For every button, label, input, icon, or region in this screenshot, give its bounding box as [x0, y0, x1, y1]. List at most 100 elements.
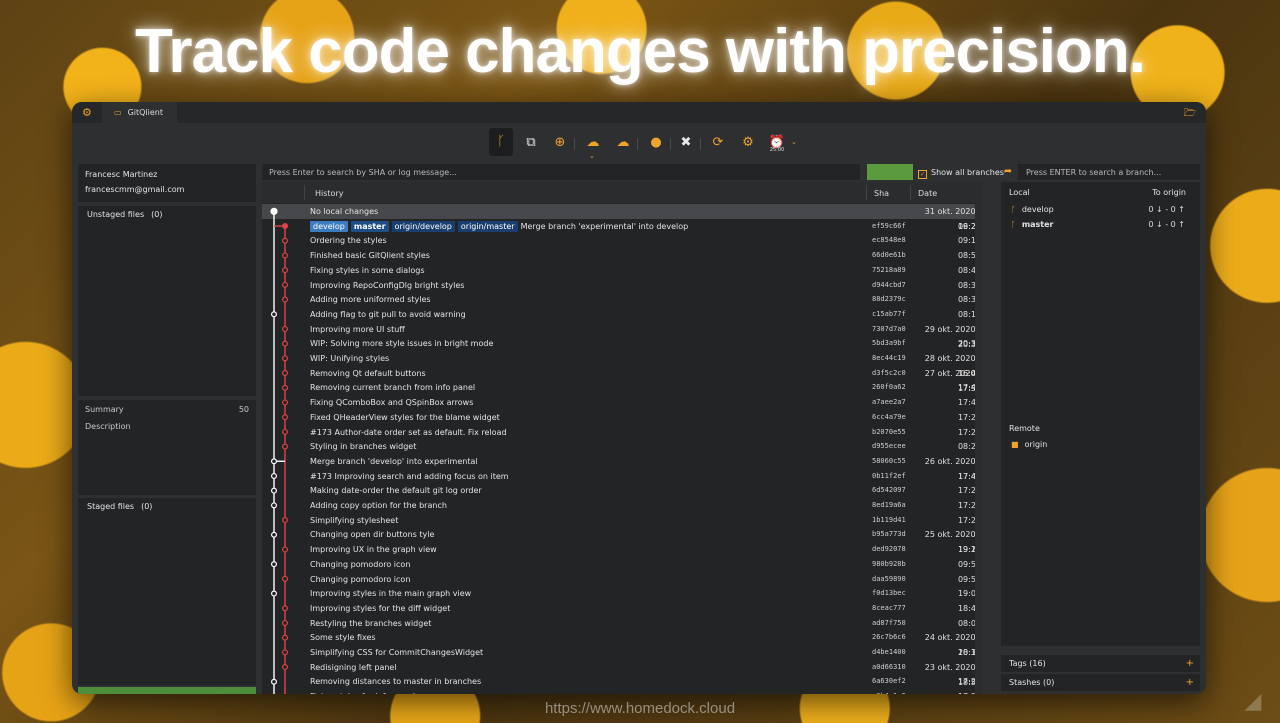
remote-item-origin[interactable]: ■ origin: [1011, 440, 1047, 449]
history-row[interactable]: No local changes 31 okt. 2020 - 16:20: [262, 204, 983, 231]
branch-search-input[interactable]: Press ENTER to search a branch...: [1018, 164, 1200, 180]
ref-chip[interactable]: origin/develop: [391, 220, 455, 232]
tags-panel[interactable]: Tags (16) +: [1001, 655, 1200, 672]
repo-tab-label: GitQlient: [127, 108, 163, 117]
branch-distance: 0 ↓ - 0 ↑: [1148, 205, 1185, 214]
history-row[interactable]: Removing Qt default buttons d3f5c2c0 27 ok…: [262, 366, 983, 393]
pomodoro-button[interactable]: ⏰ 25:00: [765, 131, 789, 155]
ref-chip[interactable]: origin/master: [457, 220, 518, 232]
staged-files-panel[interactable]: Staged files (0): [78, 498, 256, 685]
commit-date: 08:31: [957, 295, 981, 305]
history-row[interactable]: Adding copy option for the branch 8ed19a6…: [262, 498, 983, 513]
title-bar: ⚙ ▭ GitQlient 🗁: [72, 102, 1206, 123]
ref-chip[interactable]: master: [350, 220, 389, 232]
commit-node: [282, 575, 289, 582]
history-row[interactable]: develop master origin/develop origin/master…: [262, 219, 983, 234]
history-row[interactable]: Styling in branches widget d955ecee 08:28: [262, 439, 983, 454]
pomodoro-chevron-icon[interactable]: ⌄: [791, 138, 797, 146]
stashes-panel[interactable]: Stashes (0) +: [1001, 674, 1200, 691]
history-row[interactable]: WIP: Solving more style issues in bright…: [262, 336, 983, 351]
commit-message: Merge branch 'develop' into experimental: [310, 456, 478, 466]
add-tag-icon[interactable]: +: [1186, 655, 1194, 672]
commit-node: [282, 399, 289, 406]
commit-button[interactable]: [78, 687, 256, 694]
commit-node: [271, 502, 278, 509]
add-stash-icon[interactable]: +: [1186, 674, 1194, 691]
blame-view-button[interactable]: ⊕: [548, 131, 572, 155]
history-row[interactable]: WIP: Unifying styles 8ec44c19 28 okt. 2020…: [262, 351, 983, 378]
settings-button[interactable]: ⚙: [736, 131, 760, 155]
repo-tab[interactable]: ▭ GitQlient: [102, 102, 177, 123]
remote-name: origin: [1024, 440, 1048, 449]
git-config-button[interactable]: ✖: [674, 131, 698, 155]
history-row[interactable]: Ordering the styles ec8548e8 09:13: [262, 233, 983, 248]
column-history[interactable]: History: [315, 189, 343, 198]
branch-item-develop[interactable]: ᚴ develop 0 ↓ - 0 ↑: [1011, 203, 1191, 217]
history-row[interactable]: Some style fixes 26c7b6c6 24 okt. 2020 - 2…: [262, 630, 983, 657]
history-row[interactable]: Improving RepoConfigDlg bright styles d94…: [262, 278, 983, 293]
history-row[interactable]: Removing distances to master in branches…: [262, 674, 983, 689]
history-row[interactable]: Changing open dir buttons tyle b95a773d 25…: [262, 527, 983, 554]
history-row[interactable]: Restyling the branches widget ad87f750 08:…: [262, 616, 983, 631]
remote-branches-panel: Remote ■ origin: [1001, 419, 1200, 646]
open-folder-icon[interactable]: 🗁: [1184, 106, 1196, 123]
commit-message: #173 Author-date order set as default. F…: [310, 427, 507, 437]
history-row[interactable]: Changing pomodoro icon 980b928b 09:59: [262, 557, 983, 572]
gear-icon: ⚙: [742, 135, 754, 150]
graph-view-button[interactable]: ᚴ: [489, 128, 513, 156]
history-row[interactable]: Adding flag to git pull to avoid warning…: [262, 307, 983, 322]
commit-node: [282, 443, 289, 450]
commit-message: Styling in branches widget: [310, 442, 417, 452]
history-table: History Sha Date No local changes 31 okt.…: [262, 182, 983, 694]
staged-files-header: Staged files (0): [87, 502, 153, 511]
history-row[interactable]: Fixing QComboBox and QSpinBox arrows a7ae…: [262, 395, 983, 410]
history-search-input[interactable]: Press Enter to search by SHA or log mess…: [262, 164, 860, 180]
column-sha[interactable]: Sha: [874, 189, 889, 198]
commit-message: #173 Improving search and adding focus o…: [310, 471, 509, 481]
commit-message: Simplifying stylesheet: [310, 515, 399, 525]
history-row[interactable]: Improving more UI stuff 7307d7a0 29 okt. 2…: [262, 322, 983, 349]
history-row[interactable]: Simplifying CSS for CommitChangesWidget d…: [262, 645, 983, 660]
commit-date: 08:06: [957, 618, 981, 628]
history-row[interactable]: Simplifying stylesheet 1b119d41 17:21: [262, 513, 983, 528]
show-all-branches-checkbox[interactable]: ✓ Show all branches: [918, 164, 1004, 180]
branch-item-master[interactable]: ᚴ master 0 ↓ - 0 ↑: [1011, 218, 1191, 232]
ref-chip[interactable]: develop: [310, 220, 348, 232]
refresh-button[interactable]: ⟳: [706, 131, 730, 155]
commit-date: 09:59: [957, 574, 981, 584]
settings-gear-icon[interactable]: ⚙: [82, 106, 92, 119]
pull-button[interactable]: ☁ ⌄: [581, 131, 605, 160]
column-date[interactable]: Date: [918, 189, 937, 198]
commit-node: [271, 472, 278, 479]
history-row[interactable]: Fixed QHeaderView styles for the blame w…: [262, 410, 983, 425]
commit-node: [282, 664, 289, 671]
history-row[interactable]: Removing current branch from info panel 2…: [262, 380, 983, 395]
history-row[interactable]: Finished basic GitQlient styles 66d0e61b 0…: [262, 248, 983, 263]
commit-date: 09:25: [957, 221, 981, 231]
search-go-button[interactable]: [867, 164, 913, 180]
diff-view-button[interactable]: ⧉: [519, 131, 543, 155]
history-row[interactable]: Merge branch 'develop' into experimental…: [262, 454, 983, 481]
history-row[interactable]: Changing pomodoro icon daa59890 09:59: [262, 572, 983, 587]
history-row[interactable]: #173 Improving search and adding focus o…: [262, 469, 983, 484]
commit-node: [270, 207, 278, 215]
history-row[interactable]: Improving styles for the diff widget 8cea…: [262, 601, 983, 616]
commit-message: WIP: Solving more style issues in bright…: [310, 339, 494, 349]
history-row[interactable]: Redisigning left panel a0d66310 23 okt. 20…: [262, 660, 983, 687]
commit-message-panel[interactable]: Summary 50 Description: [78, 400, 256, 495]
commit-date: 09:59: [957, 559, 981, 569]
commit-date: 17:24: [957, 486, 981, 496]
history-row[interactable]: #173 Author-date order set as default. F…: [262, 425, 983, 440]
history-row[interactable]: Fixing styles for info panela0b4c1e217:2…: [262, 689, 983, 694]
github-button[interactable]: ●: [644, 131, 668, 155]
history-row[interactable]: Making date-order the default git log or…: [262, 483, 983, 498]
unstaged-files-panel[interactable]: Unstaged files (0): [78, 206, 256, 396]
history-scrollbar[interactable]: [975, 203, 983, 694]
history-row[interactable]: Improving styles in the main graph view f…: [262, 586, 983, 601]
push-button[interactable]: ☁: [611, 131, 635, 155]
history-row[interactable]: Improving UX in the graph view ded92078 19…: [262, 542, 983, 557]
branch-icon: ᚴ: [1011, 220, 1016, 229]
history-row[interactable]: Adding more uniformed styles 88d2379c 08:3…: [262, 292, 983, 307]
history-row[interactable]: Fixing styles in some dialogs 75218a89 08:…: [262, 263, 983, 278]
commit-node: [282, 605, 289, 612]
